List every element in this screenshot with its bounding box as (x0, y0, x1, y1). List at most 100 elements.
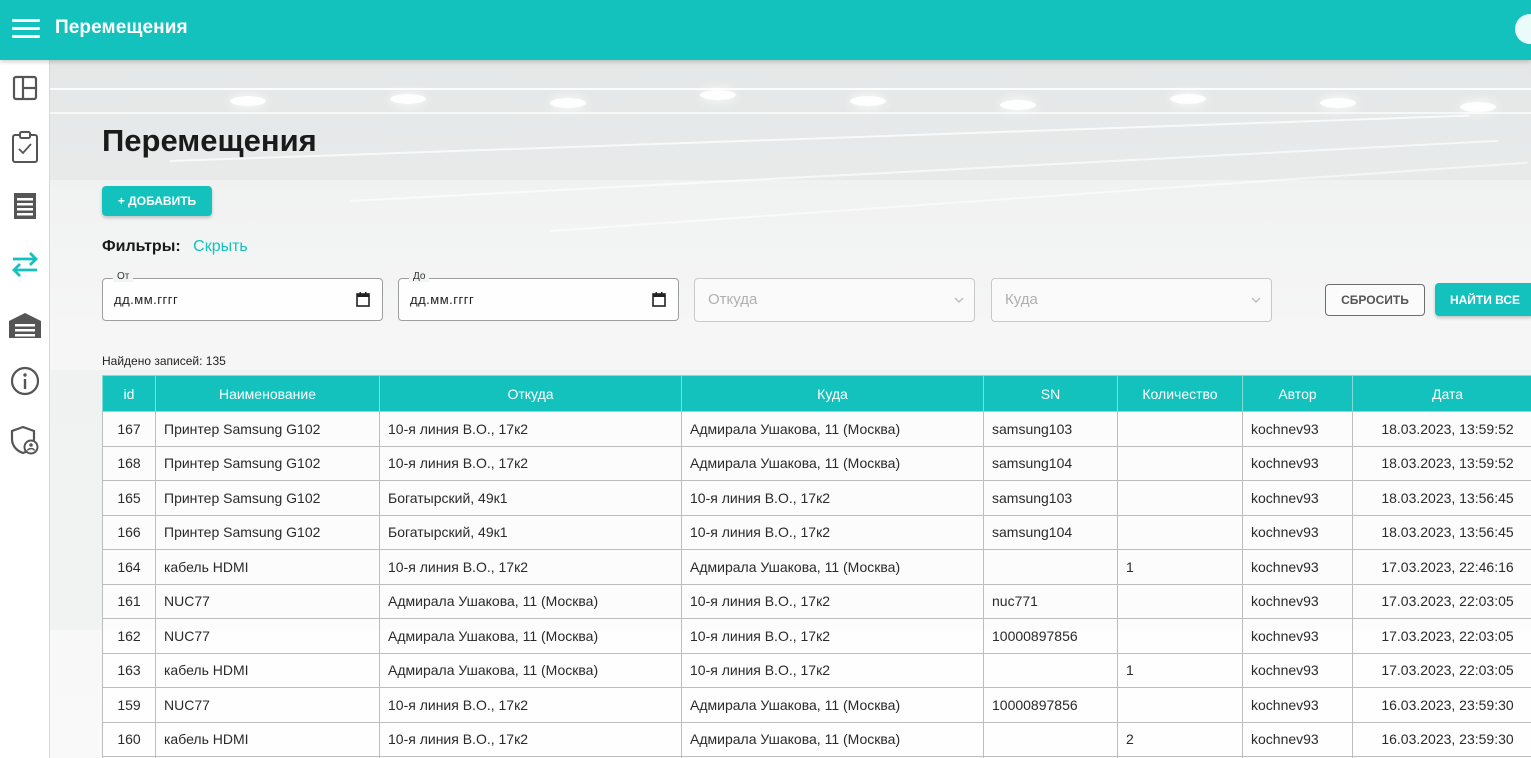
cell-sn: samsung103 (983, 480, 1118, 516)
cell-source: 10-я линия В.О., 17к2 (379, 721, 682, 757)
cell-quantity (1117, 618, 1243, 654)
calendar-icon[interactable] (652, 292, 666, 307)
clipboard-check-icon (12, 131, 38, 163)
column-header-author[interactable]: Автор (1242, 375, 1353, 412)
table-row[interactable]: 159 NUC77 10-я линия В.О., 17к2 Адмирала Уш… (102, 687, 1531, 723)
table-row[interactable]: 163 кабель HDMI Адмирала Ушакова, 11 (Моск… (102, 652, 1531, 688)
sidebar-item-admin[interactable] (0, 416, 50, 464)
main-content: Перемещения + ДОБАВИТЬ Фильтры: Скрыть О… (50, 60, 1531, 758)
column-header-id[interactable]: id (102, 375, 156, 412)
user-avatar[interactable] (1515, 14, 1531, 44)
cell-id: 167 (102, 411, 156, 447)
sidebar-item-info[interactable] (0, 357, 50, 405)
sidebar (0, 60, 50, 758)
cell-author: kochnev93 (1242, 445, 1353, 481)
destination-select[interactable]: Куда (991, 278, 1272, 322)
hamburger-menu-icon[interactable] (12, 17, 42, 41)
sidebar-item-warehouse[interactable] (0, 301, 50, 349)
cell-id: 165 (102, 480, 156, 516)
list-document-icon (14, 193, 36, 219)
cell-sn: samsung104 (983, 514, 1118, 550)
cell-author: kochnev93 (1242, 514, 1353, 550)
chevron-down-icon (954, 297, 964, 303)
sidebar-item-tasks[interactable] (0, 123, 50, 171)
column-header-source[interactable]: Откуда (379, 375, 682, 412)
info-icon (10, 366, 40, 396)
cell-author: kochnev93 (1242, 480, 1353, 516)
cell-sn (983, 721, 1118, 757)
cell-date: 17.03.2023, 22:46:16 (1352, 549, 1531, 585)
cell-quantity: 2 (1117, 721, 1243, 757)
from-date-legend: От (113, 271, 134, 282)
cell-sn: samsung103 (983, 411, 1118, 447)
cell-id: 166 (102, 514, 156, 550)
cell-author: kochnev93 (1242, 618, 1353, 654)
cell-destination: Адмирала Ушакова, 11 (Москва) (681, 411, 984, 447)
cell-name: Принтер Samsung G102 (155, 445, 380, 481)
hide-filters-link[interactable]: Скрыть (193, 238, 248, 255)
column-header-destination[interactable]: Куда (681, 375, 984, 412)
cell-date: 17.03.2023, 22:03:05 (1352, 583, 1531, 619)
filters-label: Фильтры: (102, 238, 181, 255)
to-date-field[interactable]: До дд.мм.гггг (398, 271, 679, 321)
from-date-field[interactable]: От дд.мм.гггг (102, 271, 383, 321)
table-row[interactable]: 167 Принтер Samsung G102 10-я линия В.О., … (102, 411, 1531, 447)
cell-name: Принтер Samsung G102 (155, 411, 380, 447)
reset-button[interactable]: СБРОСИТЬ (1325, 284, 1425, 316)
cell-quantity (1117, 411, 1243, 447)
from-date-value: дд.мм.гггг (114, 292, 179, 307)
app-header: Перемещения (0, 0, 1531, 60)
table-row[interactable]: 168 Принтер Samsung G102 10-я линия В.О., … (102, 445, 1531, 481)
cell-author: kochnev93 (1242, 652, 1353, 688)
cell-id: 168 (102, 445, 156, 481)
cell-source: Адмирала Ушакова, 11 (Москва) (379, 618, 682, 654)
cell-source: Богатырский, 49к1 (379, 480, 682, 516)
table-row[interactable]: 166 Принтер Samsung G102 Богатырский, 49к1… (102, 514, 1531, 550)
sidebar-item-transfers[interactable] (0, 240, 50, 288)
cell-name: кабель HDMI (155, 652, 380, 688)
column-header-name[interactable]: Наименование (155, 375, 380, 412)
cell-sn (983, 652, 1118, 688)
cell-quantity (1117, 583, 1243, 619)
sidebar-item-dashboard[interactable] (0, 64, 50, 112)
column-header-date[interactable]: Дата (1352, 375, 1531, 412)
cell-name: NUC77 (155, 583, 380, 619)
table-row[interactable]: 165 Принтер Samsung G102 Богатырский, 49к1… (102, 480, 1531, 516)
cell-id: 164 (102, 549, 156, 585)
cell-destination: 10-я линия В.О., 17к2 (681, 583, 984, 619)
cell-id: 161 (102, 583, 156, 619)
table-row[interactable]: 164 кабель HDMI 10-я линия В.О., 17к2 Адмир… (102, 549, 1531, 585)
source-select[interactable]: Откуда (694, 278, 975, 322)
column-header-sn[interactable]: SN (983, 375, 1118, 412)
to-date-value: дд.мм.гггг (410, 292, 475, 307)
source-select-placeholder: Откуда (708, 291, 758, 308)
cell-source: 10-я линия В.О., 17к2 (379, 445, 682, 481)
cell-quantity (1117, 480, 1243, 516)
table-row[interactable]: 160 кабель HDMI 10-я линия В.О., 17к2 Адмир… (102, 721, 1531, 757)
transfer-arrows-icon (12, 252, 38, 277)
cell-sn: 10000897856 (983, 687, 1118, 723)
cell-destination: Адмирала Ушакова, 11 (Москва) (681, 445, 984, 481)
cell-author: kochnev93 (1242, 549, 1353, 585)
cell-id: 163 (102, 652, 156, 688)
column-header-quantity[interactable]: Количество (1117, 375, 1243, 412)
table-row[interactable]: 162 NUC77 Адмирала Ушакова, 11 (Москва) 10-… (102, 618, 1531, 654)
cell-author: kochnev93 (1242, 411, 1353, 447)
cell-quantity (1117, 514, 1243, 550)
transfers-table-container: id Наименование Откуда Куда SN Количество Авто… (102, 375, 1531, 758)
sidebar-item-list[interactable] (0, 182, 50, 230)
cell-author: kochnev93 (1242, 687, 1353, 723)
add-button[interactable]: + ДОБАВИТЬ (102, 186, 212, 216)
records-count: Найдено записей: 135 (102, 354, 226, 368)
cell-destination: Адмирала Ушакова, 11 (Москва) (681, 721, 984, 757)
dashboard-layout-icon (12, 75, 38, 101)
transfers-table: id Наименование Откуда Куда SN Количество Авто… (102, 375, 1531, 758)
table-row[interactable]: 161 NUC77 Адмирала Ушакова, 11 (Москва) 10-… (102, 583, 1531, 619)
cell-date: 18.03.2023, 13:59:52 (1352, 445, 1531, 481)
cell-destination: 10-я линия В.О., 17к2 (681, 480, 984, 516)
cell-source: Богатырский, 49к1 (379, 514, 682, 550)
cell-date: 16.03.2023, 23:59:30 (1352, 721, 1531, 757)
chevron-down-icon (1251, 297, 1261, 303)
find-all-button[interactable]: НАЙТИ ВСЕ (1435, 283, 1531, 316)
calendar-icon[interactable] (356, 292, 370, 307)
